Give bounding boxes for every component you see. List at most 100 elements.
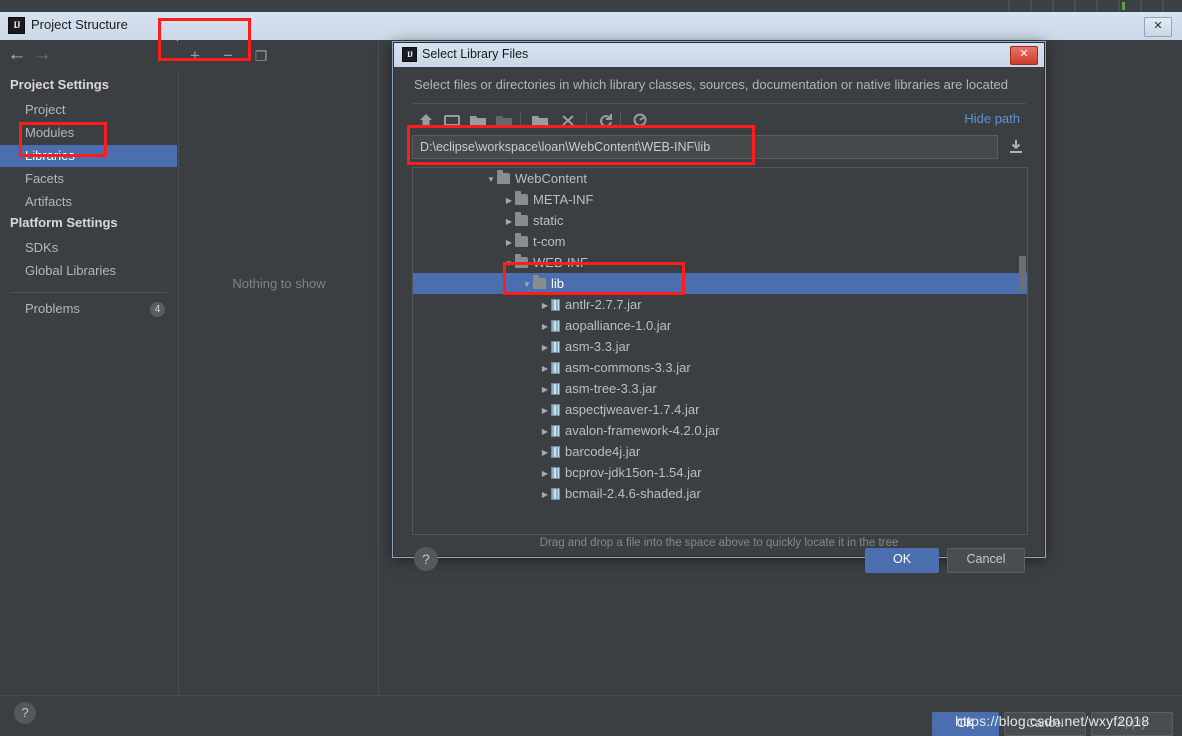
dialog-separator xyxy=(412,103,1026,104)
tree-row[interactable]: ▶ asm-3.3.jar xyxy=(413,336,1027,357)
folder-icon xyxy=(515,191,528,205)
sidebar-item-sdks[interactable]: SDKs xyxy=(0,237,177,259)
chevron-down-icon[interactable]: ▼ xyxy=(485,169,497,190)
dialog-help-button[interactable]: ? xyxy=(414,547,438,571)
tree-row[interactable]: ▶ bcprov-jdk15on-1.54.jar xyxy=(413,462,1027,483)
ok-button[interactable]: OK xyxy=(932,712,999,736)
tree-row-label: barcode4j.jar xyxy=(565,444,641,459)
chevron-right-icon[interactable]: ▶ xyxy=(539,484,551,505)
problems-count-badge: 4 xyxy=(150,302,165,317)
tree-row-label: bcmail-2.4.6-shaded.jar xyxy=(565,486,701,501)
apply-button[interactable]: Apply xyxy=(1091,712,1173,736)
sidebar-item-facets[interactable]: Facets xyxy=(0,168,177,190)
sidebar-item-libraries[interactable]: Libraries xyxy=(0,145,177,167)
forward-arrow-icon[interactable]: → xyxy=(31,45,53,66)
dialog-titlebar: IJ Select Library Files ✕ xyxy=(394,43,1044,68)
back-arrow-icon[interactable]: ← xyxy=(6,45,28,66)
dialog-body: Select files or directories in which lib… xyxy=(394,67,1044,573)
nav-arrows: ← → xyxy=(0,40,177,72)
chevron-down-icon[interactable]: ▼ xyxy=(521,274,533,295)
sidebar-item-label: Facets xyxy=(25,171,65,186)
add-library-button[interactable]: + xyxy=(183,44,207,68)
libraries-toolbar: + − ❐ xyxy=(178,40,378,72)
folder-icon xyxy=(497,170,510,184)
sidebar-item-modules[interactable]: Modules xyxy=(0,122,177,144)
sidebar-item-label: Global Libraries xyxy=(25,263,117,278)
refresh-icon[interactable] xyxy=(594,109,618,131)
new-folder-icon[interactable] xyxy=(528,109,552,131)
folder-icon xyxy=(515,233,528,247)
tree-row[interactable]: ▶ META-INF xyxy=(413,189,1027,210)
jar-file-icon xyxy=(551,320,560,332)
libraries-list-pane: Nothing to show xyxy=(178,72,379,695)
folder-icon[interactable] xyxy=(492,109,516,131)
tree-row-label: t-com xyxy=(533,234,566,249)
cancel-button[interactable]: Cancel xyxy=(1004,712,1086,736)
chevron-down-icon[interactable]: ▼ xyxy=(503,253,515,274)
tree-row[interactable]: ▶ asm-tree-3.3.jar xyxy=(413,378,1027,399)
sidebar-item-label: Modules xyxy=(25,125,75,140)
help-button[interactable]: ? xyxy=(14,702,36,724)
tree-row-label: asm-3.3.jar xyxy=(565,339,631,354)
chevron-right-icon[interactable]: ▶ xyxy=(539,379,551,400)
sidebar-item-problems[interactable]: Problems 4 xyxy=(0,298,177,320)
copy-library-button[interactable]: ❐ xyxy=(249,44,273,68)
chevron-right-icon[interactable]: ▶ xyxy=(539,442,551,463)
taskbar-bits xyxy=(1002,0,1182,12)
tree-row-label: lib xyxy=(551,276,565,291)
chevron-right-icon[interactable]: ▶ xyxy=(539,421,551,442)
show-hidden-icon[interactable] xyxy=(628,109,652,131)
chevron-right-icon[interactable]: ▶ xyxy=(503,190,515,211)
window-titlebar: IJ Project Structure ✕ xyxy=(0,12,1182,41)
file-tree[interactable]: ▼ WebContent ▶ META-INF ▶ static ▶ t-com ▼ WEB-IN… xyxy=(412,167,1028,535)
folder-icon xyxy=(515,254,528,268)
jar-file-icon xyxy=(551,383,560,395)
tree-row[interactable]: ▼ WEB-INF xyxy=(413,252,1027,273)
tree-row[interactable]: ▶ asm-commons-3.3.jar xyxy=(413,357,1027,378)
desktop-background-strip xyxy=(0,0,1182,12)
chevron-right-icon[interactable]: ▶ xyxy=(539,316,551,337)
tree-scrollbar-thumb[interactable] xyxy=(1019,256,1026,290)
window-close-button[interactable]: ✕ xyxy=(1144,17,1172,37)
tree-row[interactable]: ▼ lib xyxy=(413,273,1027,294)
path-row: D:\eclipse\workspace\loan\WebContent\WEB… xyxy=(412,135,1026,161)
chevron-right-icon[interactable]: ▶ xyxy=(503,232,515,253)
sidebar-item-project[interactable]: Project xyxy=(0,99,177,121)
dialog-ok-button[interactable]: OK xyxy=(865,548,939,573)
sidebar-item-artifacts[interactable]: Artifacts xyxy=(0,191,177,213)
desktop-icon[interactable] xyxy=(440,109,464,131)
dialog-cancel-button[interactable]: Cancel xyxy=(947,548,1025,573)
remove-library-button[interactable]: − xyxy=(216,44,240,68)
platform-settings-header: Platform Settings xyxy=(10,215,118,230)
tree-row[interactable]: ▼ WebContent xyxy=(413,168,1027,189)
tree-row[interactable]: ▶ aopalliance-1.0.jar xyxy=(413,315,1027,336)
jar-file-icon xyxy=(551,299,560,311)
chevron-right-icon[interactable]: ▶ xyxy=(539,358,551,379)
dialog-close-button[interactable]: ✕ xyxy=(1010,46,1038,65)
chevron-right-icon[interactable]: ▶ xyxy=(503,211,515,232)
toolbar-separator xyxy=(620,112,621,128)
chevron-right-icon[interactable]: ▶ xyxy=(539,463,551,484)
tree-row[interactable]: ▶ antlr-2.7.7.jar xyxy=(413,294,1027,315)
tree-row[interactable]: ▶ barcode4j.jar xyxy=(413,441,1027,462)
tree-row[interactable]: ▶ bcmail-2.4.6-shaded.jar xyxy=(413,483,1027,504)
tree-row[interactable]: ▶ t-com xyxy=(413,231,1027,252)
tree-row[interactable]: ▶ avalon-framework-4.2.0.jar xyxy=(413,420,1027,441)
chevron-right-icon[interactable]: ▶ xyxy=(539,400,551,421)
file-chooser-toolbar: Hide path xyxy=(412,107,1026,133)
toolbar-separator xyxy=(586,112,587,128)
delete-icon[interactable] xyxy=(556,109,580,131)
tree-row[interactable]: ▶ static xyxy=(413,210,1027,231)
hide-path-link[interactable]: Hide path xyxy=(964,111,1020,126)
sidebar-item-global-libraries[interactable]: Global Libraries xyxy=(0,260,177,282)
path-input[interactable]: D:\eclipse\workspace\loan\WebContent\WEB… xyxy=(412,135,998,159)
file-tree-rows: ▼ WebContent ▶ META-INF ▶ static ▶ t-com ▼ WEB-IN… xyxy=(413,168,1027,504)
folder-up-icon[interactable] xyxy=(466,109,490,131)
download-icon[interactable] xyxy=(1006,137,1026,157)
tree-row-label: WebContent xyxy=(515,171,588,186)
home-icon[interactable] xyxy=(414,109,438,131)
jar-file-icon xyxy=(551,362,560,374)
tree-row[interactable]: ▶ aspectjweaver-1.7.4.jar xyxy=(413,399,1027,420)
chevron-right-icon[interactable]: ▶ xyxy=(539,295,551,316)
chevron-right-icon[interactable]: ▶ xyxy=(539,337,551,358)
